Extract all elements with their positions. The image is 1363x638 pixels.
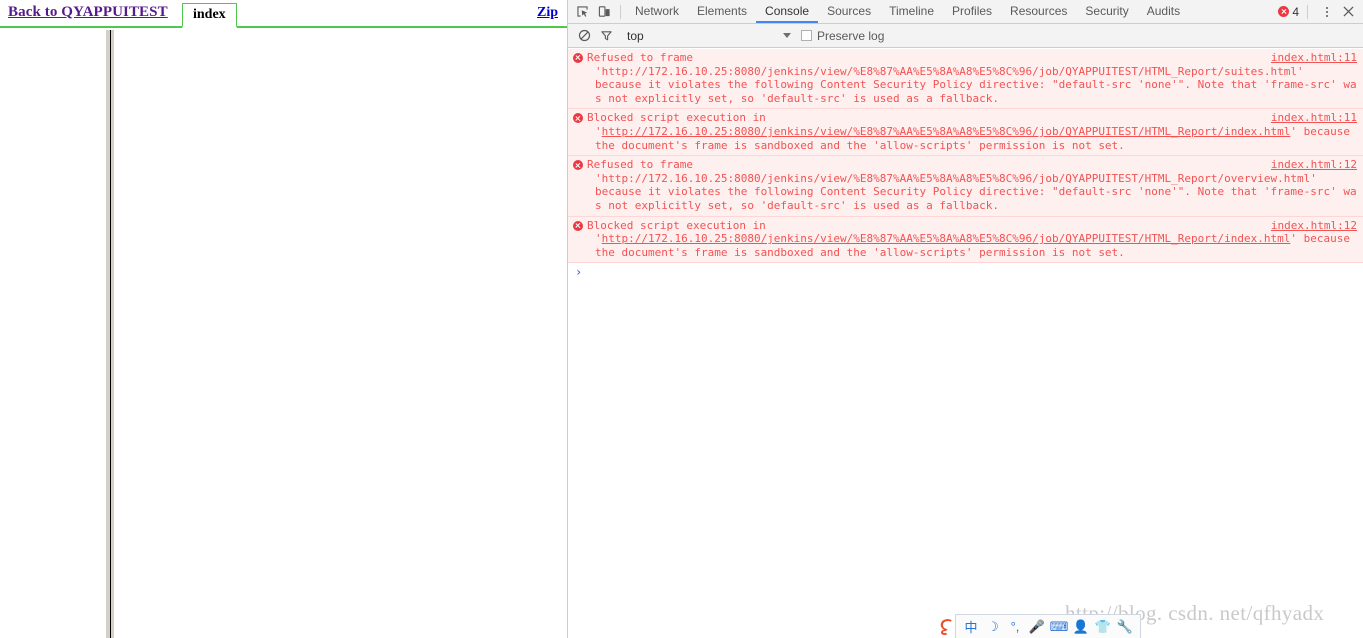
console-message[interactable]: index.html:12 Refused to frame'http://172… <box>568 156 1363 217</box>
report-body <box>0 30 567 638</box>
message-source-link[interactable]: index.html:12 <box>1271 158 1357 172</box>
devtools-panel: Network Elements Console Sources Timeline Pro… <box>567 0 1363 638</box>
quote-open: ' <box>595 232 602 246</box>
chevron-down-icon <box>783 33 791 38</box>
report-nav-frame <box>0 60 106 638</box>
inspect-element-icon[interactable] <box>571 1 593 23</box>
error-icon <box>1278 6 1290 17</box>
quote-open: ' <box>595 124 602 138</box>
message-source-link[interactable]: index.html:11 <box>1271 111 1357 125</box>
clear-console-icon[interactable] <box>573 25 595 47</box>
tab-audits[interactable]: Audits <box>1138 0 1189 23</box>
filter-funnel-icon[interactable] <box>595 25 617 47</box>
message-title: Blocked script execution in <box>587 218 766 232</box>
console-message[interactable]: index.html:11 Blocked script execution in… <box>568 109 1363 157</box>
ime-chinese-english-toggle[interactable]: 中 <box>960 616 982 638</box>
frame-splitter-handle[interactable] <box>106 30 114 638</box>
message-url-line: 'http://172.16.10.25:8080/jenkins/view/%… <box>587 125 1363 139</box>
quote-close: ' because <box>1290 232 1350 246</box>
quote-open: ' <box>595 171 602 185</box>
message-body: the document's frame is sandboxed and th… <box>595 245 1125 259</box>
ime-skin-icon[interactable]: 👕 <box>1092 616 1114 638</box>
ime-toolbar: 中 ☽ °, 🎤 ⌨ 👤 👕 🔧 <box>955 614 1141 638</box>
report-header: Back to QYAPPUITEST index Zip <box>0 0 567 28</box>
execution-context-value: top <box>627 28 644 43</box>
toolbar-divider-right <box>1307 4 1308 19</box>
close-icon[interactable] <box>1337 2 1359 22</box>
tab-security[interactable]: Security <box>1076 0 1137 23</box>
toolbar-divider <box>620 4 621 19</box>
device-toolbar-icon[interactable] <box>593 1 615 23</box>
message-title: Refused to frame <box>587 51 693 64</box>
message-url-line: 'http://172.16.10.25:8080/jenkins/view/%… <box>587 172 1363 186</box>
message-url[interactable]: http://172.16.10.25:8080/jenkins/view/%E… <box>602 65 1297 78</box>
devtools-tab-strip: Network Elements Console Sources Timeline Pro… <box>626 0 1275 23</box>
message-url-line: 'http://172.16.10.25:8080/jenkins/view/%… <box>587 232 1363 246</box>
error-count-badge[interactable]: 4 <box>1275 5 1302 19</box>
console-message-list[interactable]: index.html:11 Refused to frame'http://172… <box>568 49 1363 638</box>
message-url[interactable]: http://172.16.10.25:8080/jenkins/view/%E… <box>602 172 1311 185</box>
back-to-project-link[interactable]: Back to QYAPPUITEST <box>8 4 168 21</box>
report-page-frame: Back to QYAPPUITEST index Zip <box>0 0 567 638</box>
console-filter-bar: top Preserve log <box>568 24 1363 48</box>
ime-settings-icon[interactable]: 🔧 <box>1114 616 1136 638</box>
message-title: Refused to frame <box>587 158 693 172</box>
message-source-link[interactable]: index.html:11 <box>1271 51 1357 65</box>
error-count-label: 4 <box>1292 4 1299 19</box>
tab-profiles[interactable]: Profiles <box>943 0 1001 23</box>
ime-logo-icon[interactable] <box>936 614 958 638</box>
error-icon <box>573 113 583 124</box>
message-body: because it violates the following Conten… <box>595 185 1357 212</box>
error-icon <box>573 53 583 63</box>
console-input-prompt[interactable]: › <box>568 263 1363 281</box>
checkbox-box[interactable] <box>801 30 812 41</box>
message-url[interactable]: http://172.16.10.25:8080/jenkins/view/%E… <box>602 125 1291 138</box>
message-body: the document's frame is sandboxed and th… <box>595 138 1125 152</box>
more-options-icon[interactable] <box>1319 2 1335 22</box>
prompt-arrow-icon: › <box>575 265 583 280</box>
console-messages: index.html:11 Refused to frame'http://172… <box>568 49 1363 264</box>
quote-close: ' <box>1297 64 1304 78</box>
tab-resources[interactable]: Resources <box>1001 0 1076 23</box>
devtools-toolbar-right: 4 <box>1275 2 1363 22</box>
quote-close: ' <box>1310 171 1317 185</box>
error-icon <box>573 220 583 231</box>
tab-network[interactable]: Network <box>626 0 688 23</box>
ime-soft-keyboard-icon[interactable]: ⌨ <box>1048 616 1070 638</box>
console-message[interactable]: index.html:11 Refused to frame'http://172… <box>568 49 1363 110</box>
tab-elements[interactable]: Elements <box>688 0 756 23</box>
message-title: Blocked script execution in <box>587 111 766 125</box>
execution-context-select[interactable]: top <box>627 29 797 43</box>
message-url-line: 'http://172.16.10.25:8080/jenkins/view/%… <box>587 65 1363 79</box>
ime-voice-input-icon[interactable]: 🎤 <box>1026 616 1048 638</box>
quote-open: ' <box>595 64 602 78</box>
preserve-log-label: Preserve log <box>817 28 885 43</box>
tab-sources[interactable]: Sources <box>818 0 880 23</box>
error-icon <box>573 160 583 171</box>
report-content-frame <box>114 60 567 638</box>
tab-timeline[interactable]: Timeline <box>880 0 943 23</box>
devtools-toolbar: Network Elements Console Sources Timeline Pro… <box>568 0 1363 24</box>
preserve-log-checkbox[interactable]: Preserve log <box>801 29 884 43</box>
ime-user-icon[interactable]: 👤 <box>1070 616 1092 638</box>
ime-punctuation-icon[interactable]: °, <box>1004 616 1026 638</box>
tab-console[interactable]: Console <box>756 0 819 23</box>
tab-index[interactable]: index <box>182 3 237 28</box>
ime-moon-icon[interactable]: ☽ <box>982 616 1004 638</box>
console-message[interactable]: index.html:12 Blocked script execution in… <box>568 216 1363 264</box>
quote-close: ' because <box>1290 124 1350 138</box>
message-body: because it violates the following Conten… <box>595 78 1357 105</box>
message-url[interactable]: http://172.16.10.25:8080/jenkins/view/%E… <box>602 232 1291 245</box>
message-source-link[interactable]: index.html:12 <box>1271 219 1357 233</box>
zip-download-link[interactable]: Zip <box>537 5 558 21</box>
